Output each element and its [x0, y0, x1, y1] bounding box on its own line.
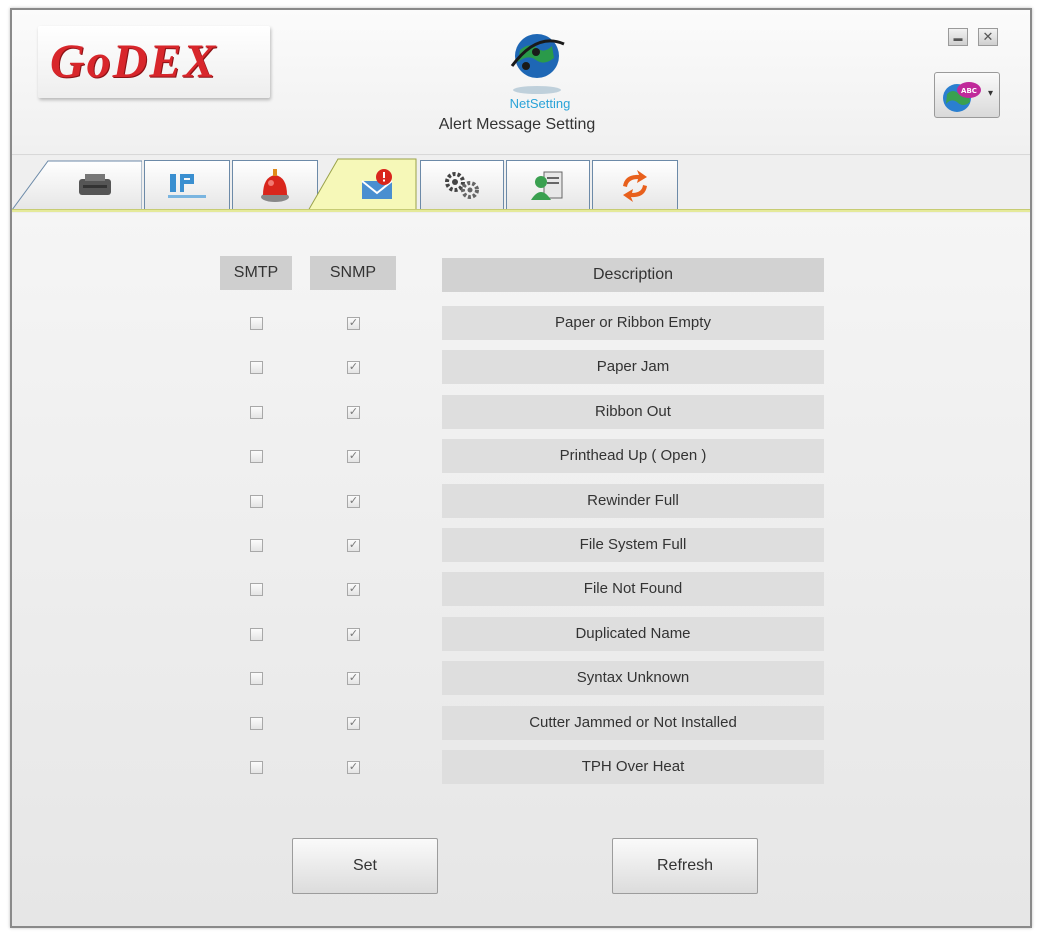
- tab-settings[interactable]: [420, 160, 504, 210]
- refresh-button[interactable]: Refresh: [612, 838, 758, 894]
- printer-icon: [79, 174, 111, 195]
- close-icon: ✕: [982, 29, 994, 44]
- globe-abc-icon: ABC: [943, 82, 981, 112]
- page-subtitle: Alert Message Setting: [438, 116, 596, 133]
- smtp-checkbox[interactable]: [250, 672, 263, 685]
- alert-description: Cutter Jammed or Not Installed: [442, 706, 824, 740]
- tab-user[interactable]: [506, 160, 590, 210]
- smtp-checkbox[interactable]: [250, 628, 263, 641]
- alert-description: Syntax Unknown: [442, 661, 824, 695]
- user-document-icon: [531, 171, 563, 200]
- snmp-column-header: SNMP: [310, 256, 396, 290]
- alert-description: Duplicated Name: [442, 617, 824, 651]
- smtp-checkbox[interactable]: [250, 450, 263, 463]
- logo-text: GoDEX: [50, 35, 218, 88]
- alert-description: File System Full: [442, 528, 824, 562]
- tab-underline: [12, 209, 1030, 212]
- svg-text:ABC: ABC: [961, 87, 977, 95]
- alert-description: Paper Jam: [442, 350, 824, 384]
- snmp-checkbox[interactable]: ✓: [347, 361, 360, 374]
- set-button[interactable]: Set: [292, 838, 438, 894]
- snmp-checkbox[interactable]: ✓: [347, 317, 360, 330]
- sync-icon: [623, 169, 647, 202]
- netsetting-globe-icon: [510, 34, 565, 94]
- close-button[interactable]: ✕: [978, 28, 998, 46]
- app-window: GoDEX NetSetting Alert Message Setting ▬…: [10, 8, 1032, 928]
- netsetting-logo: NetSetting: [482, 22, 592, 112]
- alert-description: File Not Found: [442, 572, 824, 606]
- snmp-checkbox[interactable]: ✓: [347, 539, 360, 552]
- snmp-checkbox[interactable]: ✓: [347, 628, 360, 641]
- smtp-checkbox[interactable]: [250, 761, 263, 774]
- snmp-checkbox[interactable]: ✓: [347, 495, 360, 508]
- ip-network-icon: [168, 173, 206, 198]
- smtp-checkbox[interactable]: [250, 717, 263, 730]
- alert-description: Rewinder Full: [442, 484, 824, 518]
- smtp-checkbox[interactable]: [250, 539, 263, 552]
- smtp-checkbox[interactable]: [250, 361, 263, 374]
- snmp-checkbox[interactable]: ✓: [347, 450, 360, 463]
- minimize-button[interactable]: ▬: [948, 28, 968, 46]
- snmp-checkbox[interactable]: ✓: [347, 761, 360, 774]
- alert-description: Ribbon Out: [442, 395, 824, 429]
- tab-ip-network[interactable]: [144, 160, 230, 210]
- snmp-checkbox[interactable]: ✓: [347, 717, 360, 730]
- smtp-checkbox[interactable]: [250, 406, 263, 419]
- minimize-icon: ▬: [953, 33, 963, 43]
- alert-description: Paper or Ribbon Empty: [442, 306, 824, 340]
- alert-description: TPH Over Heat: [442, 750, 824, 784]
- language-button[interactable]: ABC ▾: [934, 72, 1000, 118]
- smtp-checkbox[interactable]: [250, 495, 263, 508]
- snmp-checkbox[interactable]: ✓: [347, 406, 360, 419]
- smtp-checkbox[interactable]: [250, 583, 263, 596]
- tab-alert-message[interactable]: [338, 160, 418, 210]
- smtp-column-header: SMTP: [220, 256, 292, 290]
- gears-icon: [445, 171, 479, 199]
- alert-description: Printhead Up ( Open ): [442, 439, 824, 473]
- header: GoDEX NetSetting Alert Message Setting ▬…: [12, 10, 1030, 155]
- smtp-checkbox[interactable]: [250, 317, 263, 330]
- netsetting-label: NetSetting: [509, 96, 571, 111]
- email-alert-icon: [361, 169, 393, 199]
- snmp-checkbox[interactable]: ✓: [347, 583, 360, 596]
- description-column-header: Description: [442, 258, 824, 292]
- alarm-light-icon: [261, 168, 289, 202]
- godex-logo: GoDEX: [38, 26, 270, 98]
- chevron-down-icon: ▾: [987, 88, 993, 99]
- snmp-checkbox[interactable]: ✓: [347, 672, 360, 685]
- tab-printer[interactable]: [48, 160, 142, 210]
- tab-alert[interactable]: [232, 160, 318, 210]
- tab-refresh[interactable]: [592, 160, 678, 210]
